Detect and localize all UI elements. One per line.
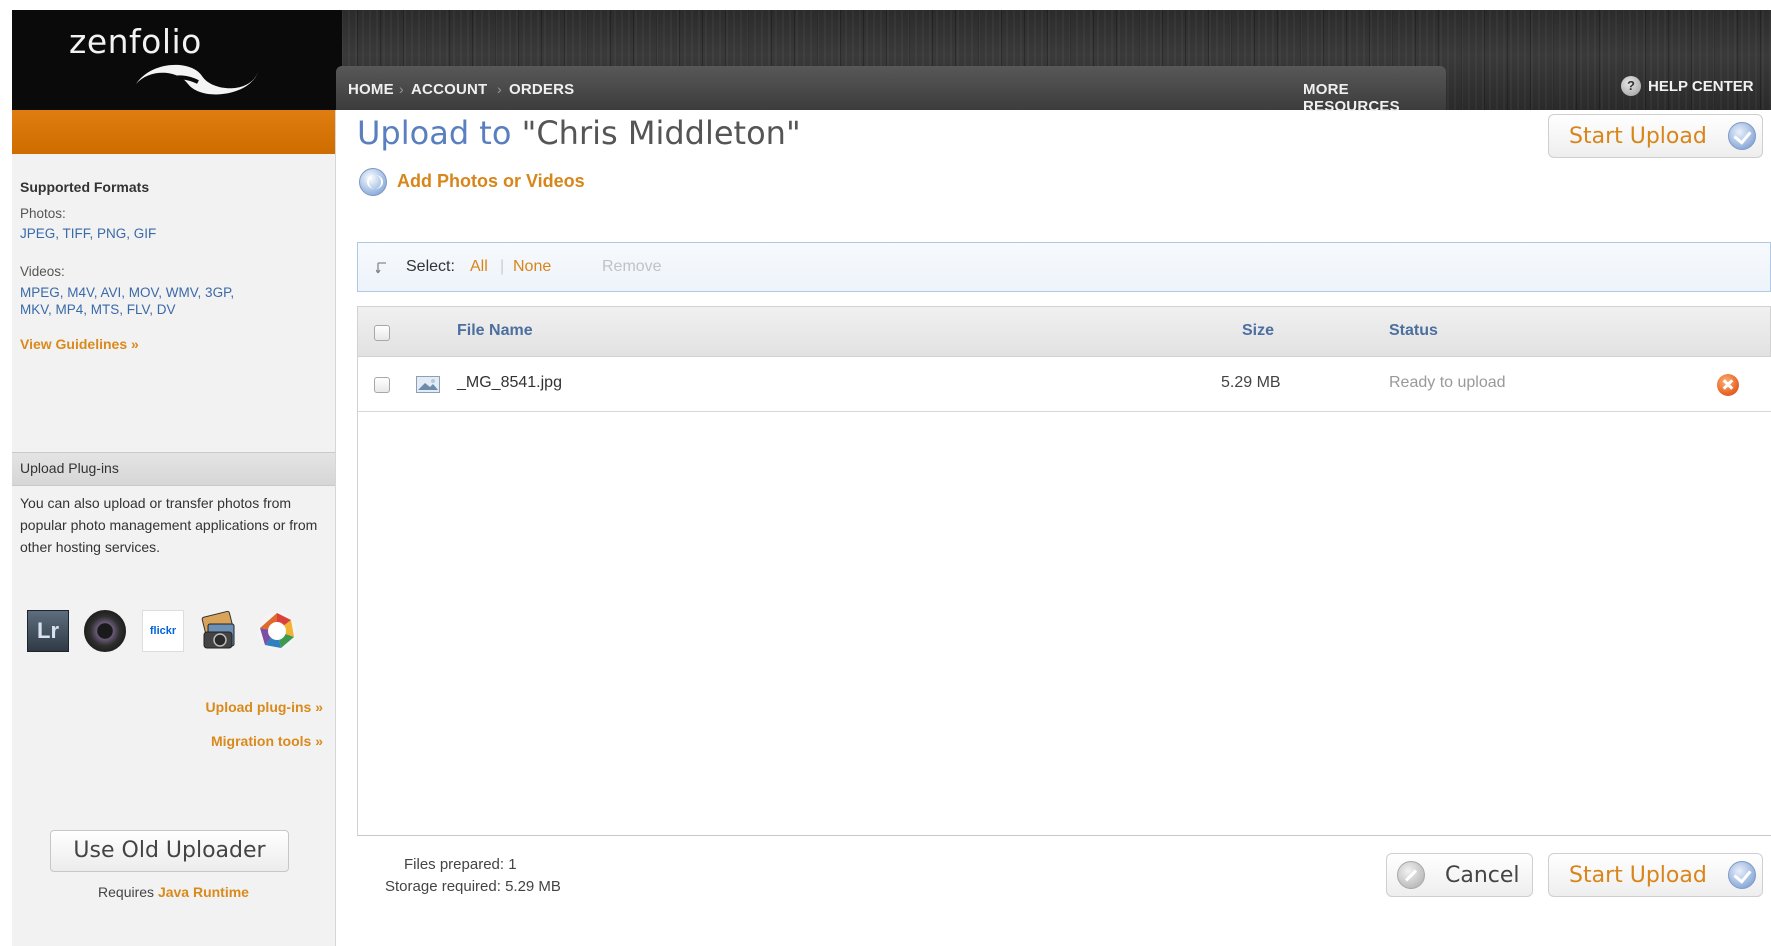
- upload-plugins-link[interactable]: Upload plug-ins »: [206, 699, 323, 715]
- nav-home[interactable]: HOME: [348, 81, 394, 98]
- videos-label: Videos:: [20, 264, 65, 279]
- remove-file-icon[interactable]: [1717, 374, 1739, 396]
- table-row[interactable]: _MG_8541.jpg 5.29 MB Ready to upload: [357, 357, 1771, 412]
- iphoto-icon[interactable]: [198, 610, 240, 652]
- logo-area: zenfolio: [12, 10, 342, 110]
- picasa-icon[interactable]: [256, 610, 298, 652]
- cancel-icon: [1397, 861, 1425, 889]
- lightroom-icon[interactable]: Lr: [27, 610, 69, 652]
- check-icon: [1728, 861, 1756, 889]
- select-separator: |: [500, 258, 505, 275]
- row-file-name: _MG_8541.jpg: [457, 374, 562, 391]
- select-label: Select:: [406, 258, 455, 275]
- column-file-name[interactable]: File Name: [457, 322, 533, 340]
- add-photos-label: Add Photos or Videos: [397, 171, 585, 191]
- column-status[interactable]: Status: [1389, 322, 1438, 340]
- help-icon[interactable]: ?: [1621, 76, 1641, 96]
- requires-prefix: Requires: [98, 884, 155, 900]
- cancel-button[interactable]: Cancel: [1386, 853, 1533, 897]
- image-file-icon: [416, 376, 440, 393]
- nav-separator: ›: [497, 81, 502, 97]
- plugins-description: You can also upload or transfer photos f…: [20, 495, 318, 555]
- files-prepared: Files prepared: 1: [404, 856, 517, 873]
- nav-separator: ›: [399, 81, 404, 97]
- sidebar: Supported Formats Photos: JPEG, TIFF, PN…: [12, 110, 336, 946]
- view-guidelines-link[interactable]: View Guidelines »: [20, 336, 139, 352]
- start-upload-label: Start Upload: [1569, 124, 1707, 149]
- row-status: Ready to upload: [1389, 374, 1506, 391]
- storage-required: Storage required: 5.29 MB: [385, 878, 561, 895]
- add-globe-icon: [359, 168, 387, 196]
- site-header: zenfolio HOME › ACCOUNT › ORDERS MORE RE…: [12, 10, 1771, 115]
- start-upload-button-top[interactable]: Start Upload: [1548, 114, 1763, 158]
- row-checkbox[interactable]: [374, 377, 390, 393]
- remove-link[interactable]: Remove: [602, 258, 662, 276]
- cancel-label: Cancel: [1445, 863, 1520, 888]
- selection-toolbar: Select: All | None Remove: [357, 242, 1771, 292]
- select-arrow-icon: [376, 262, 386, 274]
- title-target: "Chris Middleton": [521, 114, 801, 152]
- select-none-link[interactable]: None: [513, 258, 551, 276]
- flickr-icon[interactable]: flickr: [142, 610, 184, 652]
- help-center-link[interactable]: HELP CENTER: [1648, 78, 1754, 95]
- column-size[interactable]: Size: [1242, 322, 1274, 340]
- video-formats-line1: MPEG, M4V, AVI, MOV, WMV, 3GP,: [20, 285, 235, 300]
- upload-plugins-header: Upload Plug-ins: [12, 452, 335, 486]
- file-list-empty-area: [357, 412, 1771, 836]
- migration-tools-link[interactable]: Migration tools »: [211, 733, 323, 749]
- zenfolio-upload-window: zenfolio HOME › ACCOUNT › ORDERS MORE RE…: [12, 10, 1771, 946]
- nav-account[interactable]: ACCOUNT: [411, 81, 487, 98]
- use-old-uploader-button[interactable]: Use Old Uploader: [50, 830, 289, 872]
- photo-formats: JPEG, TIFF, PNG, GIF: [20, 226, 157, 241]
- aperture-icon[interactable]: [84, 610, 126, 652]
- select-all-link[interactable]: All: [470, 258, 488, 276]
- main-nav: HOME › ACCOUNT › ORDERS MORE RESOURCES: [336, 66, 1446, 115]
- row-size: 5.29 MB: [1221, 374, 1281, 391]
- supported-formats-heading: Supported Formats: [20, 179, 150, 195]
- title-prefix: Upload to: [357, 114, 512, 152]
- page-title: Upload to "Chris Middleton": [357, 114, 801, 152]
- start-upload-button-bottom[interactable]: Start Upload: [1548, 853, 1763, 897]
- photos-label: Photos:: [20, 206, 66, 221]
- requires-note: Requires Java Runtime: [12, 884, 335, 900]
- start-upload-label: Start Upload: [1569, 863, 1707, 888]
- nav-more-resources[interactable]: MORE RESOURCES: [1303, 81, 1446, 115]
- sidebar-accent-bar: [12, 110, 335, 154]
- java-runtime-link[interactable]: Java Runtime: [158, 884, 249, 900]
- check-icon: [1728, 122, 1756, 150]
- file-table-header: File Name Size Status: [357, 306, 1771, 357]
- video-formats-line2: MKV, MP4, MTS, FLV, DV: [20, 302, 176, 317]
- select-all-checkbox[interactable]: [374, 325, 390, 341]
- logo-swoosh-icon: [136, 64, 258, 95]
- nav-orders[interactable]: ORDERS: [509, 81, 574, 98]
- upload-plugins-heading: Upload Plug-ins: [20, 460, 119, 476]
